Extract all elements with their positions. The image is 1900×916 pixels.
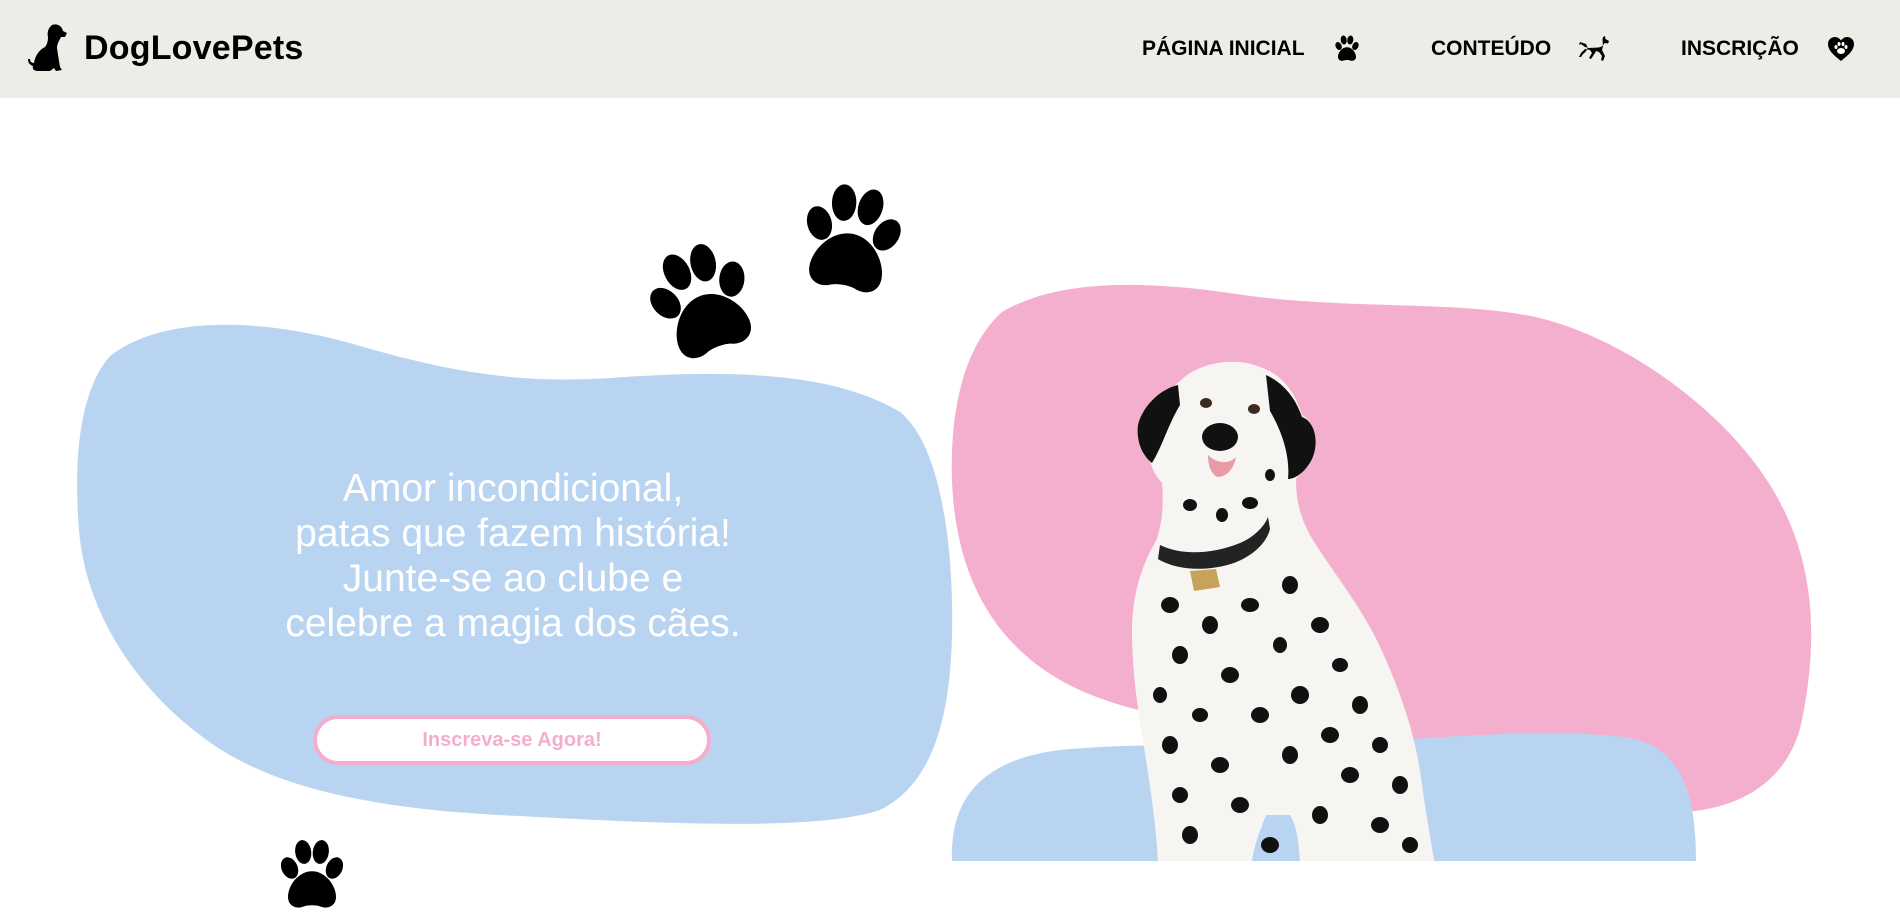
dalmatian-dog-photo: [1132, 361, 1434, 861]
bottom-blue-blob: [951, 733, 1696, 861]
hero-headline-line: Amor incondicional,: [342, 467, 684, 510]
paw-print-icon: [790, 180, 912, 302]
paw-print-icon: [272, 836, 352, 916]
hero-headline-line: celebre a magia dos cães.: [285, 602, 741, 645]
hero-headline-line: patas que fazem história!: [295, 512, 731, 555]
paw-print-icon: [640, 240, 766, 366]
hero-headline-line: Junte-se ao clube e: [342, 557, 684, 600]
subscribe-now-button[interactable]: Inscreva-se Agora!: [313, 715, 711, 765]
hero-headline: Amor incondicional, patas que fazem hist…: [268, 466, 758, 646]
